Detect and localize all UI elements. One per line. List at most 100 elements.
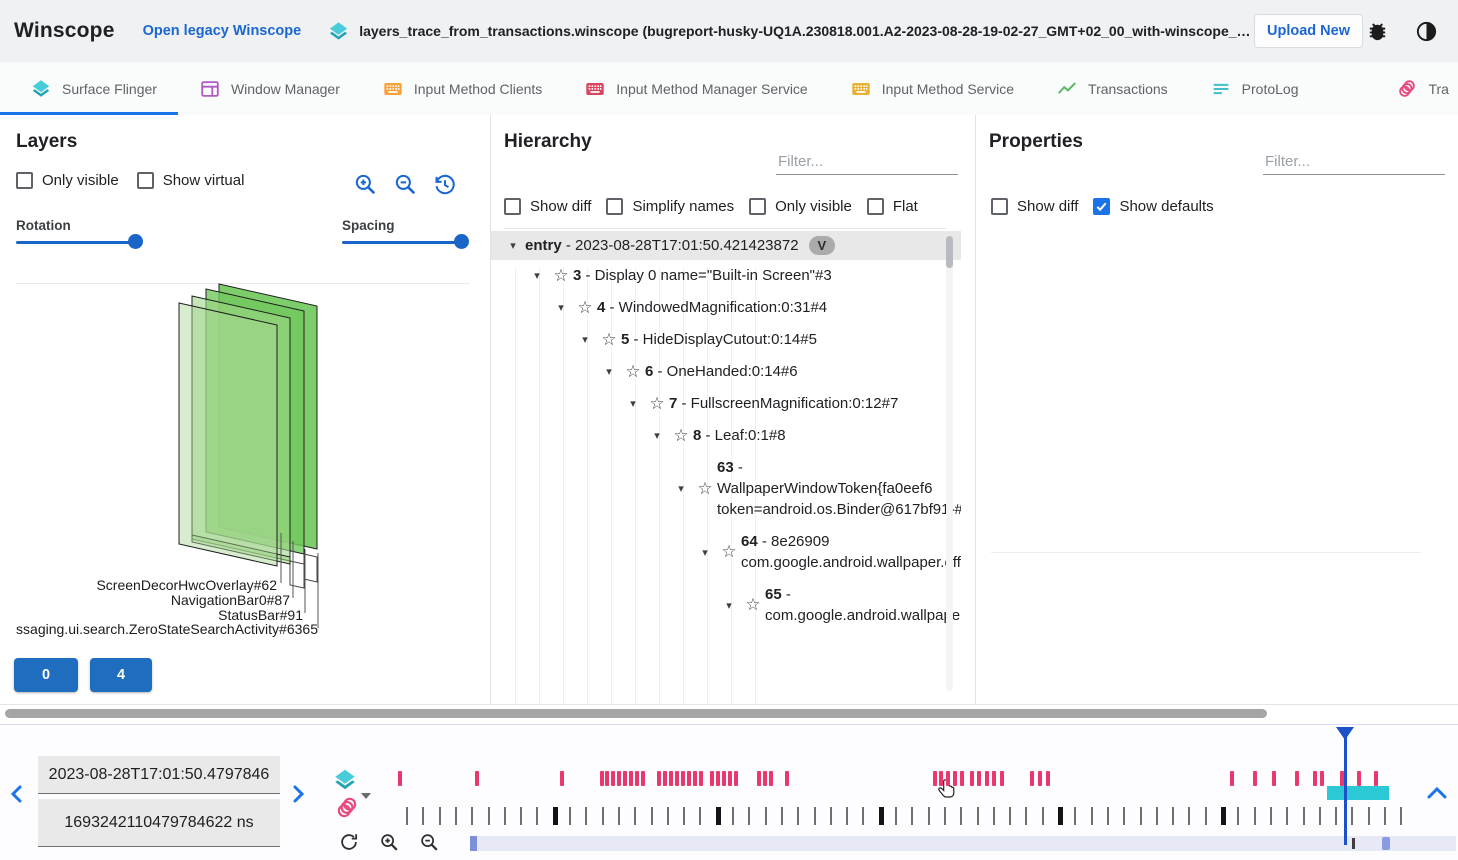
sf-trace-tick[interactable] <box>398 771 402 786</box>
transaction-tick[interactable] <box>846 807 848 825</box>
transaction-tick[interactable] <box>1107 807 1109 825</box>
tab-input-method-service[interactable]: Input Method Service <box>829 62 1035 115</box>
transaction-tick[interactable] <box>455 807 457 825</box>
transaction-tick[interactable] <box>504 807 506 825</box>
zoom-in-icon[interactable] <box>352 171 378 197</box>
tree-node-entry[interactable]: ▾entry - 2023-08-28T17:01:50.421423872V <box>491 231 961 260</box>
transaction-tick[interactable] <box>1140 807 1142 825</box>
collapse-arrow-icon[interactable]: ▾ <box>669 482 693 495</box>
transaction-tick[interactable] <box>1058 807 1063 825</box>
transaction-tick[interactable] <box>748 807 750 825</box>
collapse-timeline-icon[interactable] <box>1426 786 1448 805</box>
transaction-tick[interactable] <box>618 807 620 825</box>
transaction-tick[interactable] <box>716 807 721 825</box>
transaction-tick[interactable] <box>520 807 522 825</box>
properties-checkbox-show-diff[interactable]: Show diff <box>991 198 1078 215</box>
pin-star-icon[interactable]: ☆ <box>549 266 573 286</box>
transaction-tick[interactable] <box>1074 807 1076 825</box>
transaction-tick[interactable] <box>993 807 995 825</box>
transaction-tick[interactable] <box>911 807 913 825</box>
sf-trace-tick[interactable] <box>693 771 697 786</box>
sf-trace-tick[interactable] <box>675 771 679 786</box>
sf-trace-tick[interactable] <box>623 771 627 786</box>
hierarchy-filter-input[interactable] <box>776 149 958 175</box>
layers-checkbox-show-virtual[interactable]: Show virtual <box>137 172 245 189</box>
sf-trace-tick[interactable] <box>669 771 673 786</box>
tree-node-4[interactable]: ▾☆4 - WindowedMagnification:0:31#4 <box>491 292 961 324</box>
unchecked-checkbox-icon[interactable] <box>991 198 1008 215</box>
transaction-tick[interactable] <box>667 807 669 825</box>
spacing-slider[interactable] <box>342 234 462 250</box>
transaction-tick[interactable] <box>765 807 767 825</box>
layers-checkbox-only-visible[interactable]: Only visible <box>16 172 119 189</box>
zoom-strip-end-marker[interactable] <box>1382 837 1390 850</box>
transaction-tick[interactable] <box>422 807 424 825</box>
hierarchy-checkbox-flat[interactable]: Flat <box>867 198 918 215</box>
transaction-tick[interactable] <box>651 807 653 825</box>
tab-transactions[interactable]: Transactions <box>1035 62 1189 115</box>
sf-trace-tick[interactable] <box>716 771 720 786</box>
pin-star-icon[interactable]: ☆ <box>741 595 765 615</box>
transaction-tick[interactable] <box>439 807 441 825</box>
sf-trace-tick[interactable] <box>960 771 964 786</box>
layers-3d-view[interactable]: ScreenDecorHwcOverlay#62NavigationBar0#8… <box>0 283 490 645</box>
transaction-tick[interactable] <box>1400 807 1402 825</box>
transaction-tick[interactable] <box>1172 807 1174 825</box>
unchecked-checkbox-icon[interactable] <box>867 198 884 215</box>
tree-node-63[interactable]: ▾☆63 - WallpaperWindowToken{fa0eef6 toke… <box>491 452 961 526</box>
transaction-tick[interactable] <box>1188 807 1190 825</box>
sf-trace-tick[interactable] <box>1340 771 1344 786</box>
dark-mode-toggle-icon[interactable] <box>1415 20 1438 43</box>
sf-trace-tick[interactable] <box>1313 771 1317 786</box>
transaction-tick[interactable] <box>862 807 864 825</box>
reset-view-icon[interactable] <box>432 171 458 197</box>
transaction-tick[interactable] <box>977 807 979 825</box>
transaction-tick[interactable] <box>1205 807 1207 825</box>
sf-trace-tick[interactable] <box>992 771 996 786</box>
transaction-tick[interactable] <box>1221 807 1226 825</box>
tab-window-manager[interactable]: Window Manager <box>178 62 361 115</box>
hierarchy-checkbox-show-diff[interactable]: Show diff <box>504 198 591 215</box>
transaction-tick[interactable] <box>569 807 571 825</box>
bug-report-icon[interactable] <box>1366 20 1389 43</box>
sf-trace-tick[interactable] <box>1253 771 1257 786</box>
transaction-tick[interactable] <box>1286 807 1288 825</box>
sf-trace-tick[interactable] <box>710 771 714 786</box>
tree-node-3[interactable]: ▾☆3 - Display 0 name="Built-in Screen"#3 <box>491 260 961 292</box>
transaction-tick[interactable] <box>553 807 558 825</box>
layer-sheet[interactable] <box>179 303 277 566</box>
sf-trace-tick[interactable] <box>663 771 667 786</box>
unchecked-checkbox-icon[interactable] <box>749 198 766 215</box>
sf-trace-tick[interactable] <box>1030 771 1034 786</box>
layer-id-button-4[interactable]: 4 <box>90 658 152 692</box>
collapse-arrow-icon[interactable]: ▾ <box>645 429 669 442</box>
transaction-tick[interactable] <box>699 807 701 825</box>
collapse-arrow-icon[interactable]: ▾ <box>693 546 717 559</box>
hierarchy-scrollbar[interactable] <box>946 236 953 691</box>
hierarchy-scrollbar-thumb[interactable] <box>946 236 953 268</box>
unchecked-checkbox-icon[interactable] <box>504 198 521 215</box>
hierarchy-checkbox-only-visible[interactable]: Only visible <box>749 198 852 215</box>
pin-star-icon[interactable]: ☆ <box>693 479 717 499</box>
sf-trace-tick[interactable] <box>722 771 726 786</box>
transaction-tick[interactable] <box>732 807 734 825</box>
sf-trace-tick[interactable] <box>699 771 703 786</box>
spacing-slider-thumb[interactable] <box>454 234 469 249</box>
sf-trace-tick[interactable] <box>763 771 767 786</box>
tree-node-7[interactable]: ▾☆7 - FullscreenMagnification:0:12#7 <box>491 388 961 420</box>
sf-trace-tick[interactable] <box>970 771 974 786</box>
sf-trace-tick[interactable] <box>1230 771 1234 786</box>
sf-trace-tick[interactable] <box>1046 771 1050 786</box>
transaction-tick[interactable] <box>1025 807 1027 825</box>
previous-entry-icon[interactable] <box>8 782 26 811</box>
sf-trace-tick[interactable] <box>600 771 604 786</box>
sf-trace-tick[interactable] <box>605 771 609 786</box>
sf-trace-tick[interactable] <box>1295 771 1299 786</box>
transaction-tick[interactable] <box>406 807 408 825</box>
sf-trace-tick[interactable] <box>475 771 479 786</box>
transaction-tick[interactable] <box>1123 807 1125 825</box>
timeline-zoom-in-icon[interactable] <box>378 831 400 858</box>
transaction-tick[interactable] <box>1156 807 1158 825</box>
sf-trace-tick[interactable] <box>985 771 989 786</box>
transaction-tick[interactable] <box>1237 807 1239 825</box>
